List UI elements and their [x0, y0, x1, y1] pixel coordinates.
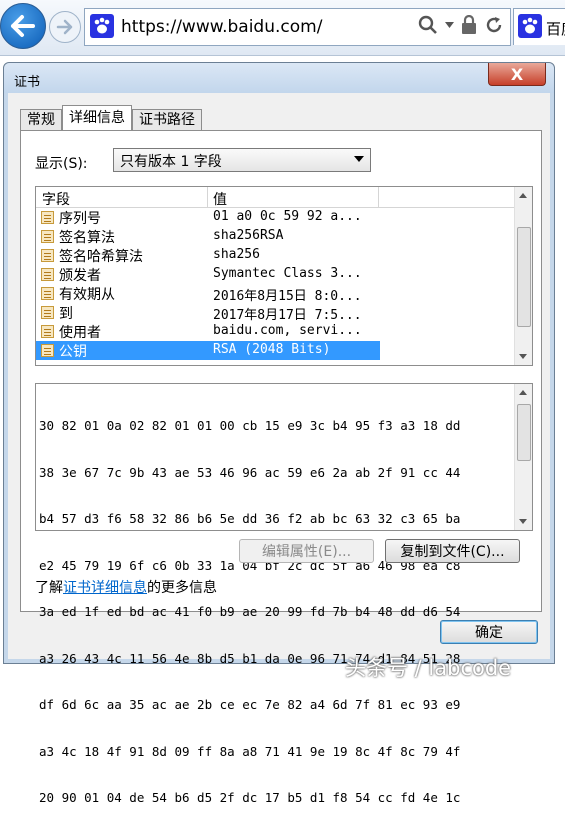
baidu-paw-icon [518, 14, 542, 38]
edit-properties-button[interactable]: 编辑属性(E)... [239, 539, 374, 563]
chevron-down-icon [354, 156, 364, 162]
scroll-down-icon[interactable] [519, 354, 527, 359]
certificate-field-icon [41, 249, 54, 262]
baidu-paw-icon [90, 14, 114, 38]
arrow-left-icon [11, 15, 35, 37]
field-value: 2016年8月15日 8:0... [213, 289, 362, 304]
detail-scrollbar[interactable] [514, 384, 532, 530]
certificate-field-icon [41, 306, 54, 319]
certificate-field-icon [41, 287, 54, 300]
hex-dump: 30 82 01 0a 02 82 01 01 00 cb 15 e9 3c b… [39, 387, 460, 837]
list-item-selected[interactable]: 公钥 RSA (2048 Bits) [36, 341, 380, 360]
field-name: 签名哈希算法 [59, 249, 143, 265]
field-name: 序列号 [59, 211, 101, 227]
address-bar[interactable]: https://www.baidu.com/ [84, 8, 511, 46]
learn-suffix: 的更多信息 [147, 580, 217, 596]
scroll-thumb[interactable] [517, 404, 531, 461]
close-button[interactable]: X [488, 63, 546, 86]
certificate-field-icon [41, 268, 54, 281]
field-value: baidu.com, servi... [213, 323, 362, 338]
close-icon: X [510, 64, 524, 84]
arrow-right-icon [56, 19, 73, 35]
list-item[interactable]: 序列号 01 a0 0c 59 92 a... [36, 208, 514, 227]
show-select[interactable]: 只有版本 1 字段 [113, 148, 371, 172]
tab-strip: 常规 详细信息 证书路径 [20, 105, 202, 130]
list-item[interactable]: 有效期从 2016年8月15日 8:0... [36, 284, 514, 304]
certificate-field-icon [41, 344, 54, 357]
field-value: sha256 [213, 247, 260, 262]
certificate-dialog: 证书 X 常规 详细信息 证书路径 显示(S): 只有版本 1 字段 字段 值 [3, 62, 555, 805]
list-scrollbar[interactable] [514, 187, 532, 365]
hex-line: 3a ed 1f ed bd ac 41 f0 b9 ae 20 99 fd 7… [39, 604, 461, 619]
browser-tab-baidu[interactable]: 百度 [513, 8, 565, 45]
field-name: 颁发者 [59, 268, 101, 284]
field-name: 公钥 [59, 344, 87, 360]
hex-line: 30 82 01 0a 02 82 01 01 00 cb 15 e9 3c b… [39, 418, 461, 433]
certificate-field-icon [41, 325, 54, 338]
scroll-up-icon[interactable] [519, 390, 527, 395]
browser-toolbar: https://www.baidu.com/ 百度 [0, 0, 565, 56]
dialog-title: 证书 [14, 75, 41, 90]
tab-details[interactable]: 详细信息 [62, 105, 132, 130]
details-panel: 显示(S): 只有版本 1 字段 字段 值 序列号 01 a0 0c 59 92 … [20, 130, 542, 805]
copy-to-file-button[interactable]: 复制到文件(C)... [385, 539, 520, 563]
lock-icon[interactable] [461, 15, 477, 35]
field-rows: 序列号 01 a0 0c 59 92 a... 签名算法 sha256RSA 签名哈… [36, 208, 514, 360]
tab-general[interactable]: 常规 [20, 109, 62, 130]
field-list[interactable]: 字段 值 序列号 01 a0 0c 59 92 a... 签名算法 sha256RS… [35, 186, 533, 366]
scroll-up-icon[interactable] [519, 193, 527, 198]
column-divider[interactable] [207, 187, 208, 207]
value-detail-box[interactable]: 30 82 01 0a 02 82 01 01 00 cb 15 e9 3c b… [35, 383, 533, 805]
list-item[interactable]: 签名哈希算法 sha256 [36, 246, 514, 265]
hex-line: a3 4c 18 4f 91 8d 09 ff 8a a8 71 41 9e 1… [39, 743, 461, 759]
ok-button[interactable]: 确定 [440, 620, 538, 644]
certificate-details-link[interactable]: 证书详细信息 [63, 580, 147, 596]
certificate-field-icon [41, 211, 54, 224]
learn-more-text: 了解证书详细信息的更多信息 [35, 577, 217, 597]
show-select-value: 只有版本 1 字段 [120, 154, 222, 170]
field-name: 签名算法 [59, 230, 115, 246]
field-name: 使用者 [59, 325, 101, 341]
show-label: 显示(S): [35, 156, 88, 172]
url-text: https://www.baidu.com/ [121, 17, 323, 37]
field-value: sha256RSA [213, 228, 284, 243]
watermark-text: 头条号 / labcode [345, 656, 512, 680]
column-header-field[interactable]: 字段 [42, 189, 70, 209]
scroll-thumb[interactable] [517, 227, 531, 327]
dialog-titlebar[interactable]: 证书 X [4, 63, 554, 93]
tab-certification-path[interactable]: 证书路径 [132, 109, 202, 130]
browser-tab-title: 百度 [546, 20, 565, 38]
hex-line: 38 3e 67 7c 9b 43 ae 53 46 96 ac 59 e6 2… [39, 464, 461, 480]
column-header-value[interactable]: 值 [213, 189, 227, 209]
field-value: 2017年8月17日 7:5... [213, 308, 362, 323]
field-value: Symantec Class 3... [213, 266, 362, 281]
field-name: 到 [59, 306, 73, 322]
list-item[interactable]: 颁发者 Symantec Class 3... [36, 265, 514, 284]
chevron-down-icon[interactable] [445, 22, 454, 28]
search-icon[interactable] [418, 15, 438, 35]
column-divider[interactable] [378, 187, 379, 207]
field-name: 有效期从 [59, 287, 115, 303]
hex-line: b4 57 d3 f6 58 32 86 b6 5e dd 36 f2 ab b… [39, 511, 461, 526]
hex-line: 20 90 01 04 de 54 b6 d5 2f dc 17 b5 d1 f… [39, 790, 461, 805]
list-item[interactable]: 使用者 baidu.com, servi... [36, 322, 514, 341]
list-header: 字段 值 [36, 187, 514, 208]
dialog-client: 常规 详细信息 证书路径 显示(S): 只有版本 1 字段 字段 值 序列号 01… [11, 93, 547, 805]
field-value: RSA (2048 Bits) [213, 342, 331, 357]
field-value: 01 a0 0c 59 92 a... [213, 209, 362, 224]
certificate-field-icon [41, 230, 54, 243]
learn-prefix: 了解 [35, 580, 63, 596]
list-item[interactable]: 到 2017年8月17日 7:5... [36, 303, 514, 323]
scroll-down-icon[interactable] [519, 519, 527, 524]
list-item[interactable]: 签名算法 sha256RSA [36, 227, 514, 246]
forward-button[interactable] [49, 11, 81, 43]
hex-line: df 6d 6c aa 35 ac ae 2b ce ec 7e 82 a4 6… [39, 697, 461, 712]
refresh-icon[interactable] [484, 15, 504, 35]
back-button[interactable] [0, 3, 46, 49]
